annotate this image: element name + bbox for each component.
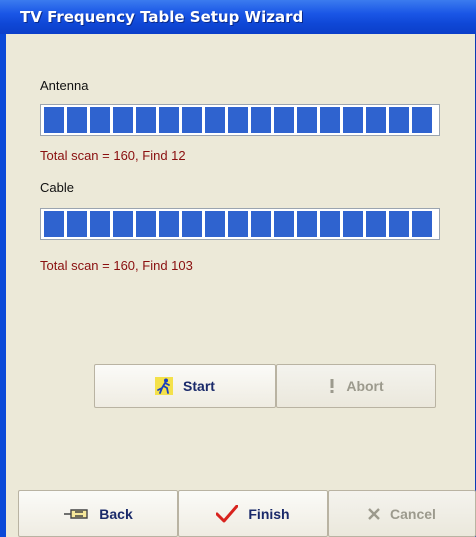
running-man-icon: [155, 377, 174, 395]
progress-segment: [251, 107, 271, 133]
progress-segment: [251, 211, 271, 237]
progress-segment: [159, 107, 179, 133]
antenna-progress-bar: [40, 104, 440, 136]
window-title: TV Frequency Table Setup Wizard: [20, 8, 304, 26]
progress-segment: [44, 107, 64, 133]
progress-segment: [343, 107, 363, 133]
progress-segment: [90, 107, 110, 133]
progress-segment: [90, 211, 110, 237]
progress-segment: [320, 107, 340, 133]
finish-button[interactable]: Finish: [178, 490, 328, 537]
progress-segment: [412, 211, 432, 237]
progress-segment: [366, 107, 386, 133]
checkmark-icon: [216, 504, 239, 523]
progress-segment: [67, 107, 87, 133]
progress-segment: [136, 211, 156, 237]
progress-segment: [182, 211, 202, 237]
progress-segment: [412, 107, 432, 133]
finish-label: Finish: [248, 505, 290, 522]
cable-scan-result: Total scan = 160, Find 103: [40, 258, 193, 273]
antenna-label: Antenna: [40, 78, 89, 93]
cancel-label: Cancel: [390, 505, 436, 522]
pointing-hand-icon: [63, 507, 89, 521]
antenna-scan-result: Total scan = 160, Find 12: [40, 148, 186, 163]
abort-button[interactable]: Abort: [276, 364, 436, 408]
progress-segment: [205, 107, 225, 133]
start-button[interactable]: Start: [94, 364, 276, 408]
progress-segment: [389, 211, 409, 237]
progress-segment: [320, 211, 340, 237]
wizard-window: TV Frequency Table Setup Wizard Antenna …: [0, 0, 476, 537]
back-label: Back: [99, 505, 133, 522]
wizard-footer: Back Finish Cancel: [6, 490, 476, 537]
exclamation-icon: [328, 379, 336, 393]
progress-segment: [159, 211, 179, 237]
cable-label: Cable: [40, 180, 74, 195]
x-icon: [368, 507, 380, 520]
progress-segment: [228, 211, 248, 237]
progress-segment: [182, 107, 202, 133]
progress-segment: [297, 211, 317, 237]
progress-segment: [113, 211, 133, 237]
progress-segment: [274, 107, 294, 133]
progress-segment: [389, 107, 409, 133]
cancel-button[interactable]: Cancel: [328, 490, 476, 537]
progress-segment: [205, 211, 225, 237]
progress-segment: [343, 211, 363, 237]
progress-segment: [366, 211, 386, 237]
cable-progress-bar: [40, 208, 440, 240]
progress-segment: [274, 211, 294, 237]
back-button[interactable]: Back: [18, 490, 178, 537]
progress-segment: [67, 211, 87, 237]
progress-segment: [113, 107, 133, 133]
progress-segment: [136, 107, 156, 133]
progress-segment: [228, 107, 248, 133]
abort-label: Abort: [346, 378, 384, 394]
start-label: Start: [183, 378, 215, 394]
title-bar[interactable]: TV Frequency Table Setup Wizard: [0, 0, 476, 34]
progress-segment: [44, 211, 64, 237]
progress-segment: [297, 107, 317, 133]
